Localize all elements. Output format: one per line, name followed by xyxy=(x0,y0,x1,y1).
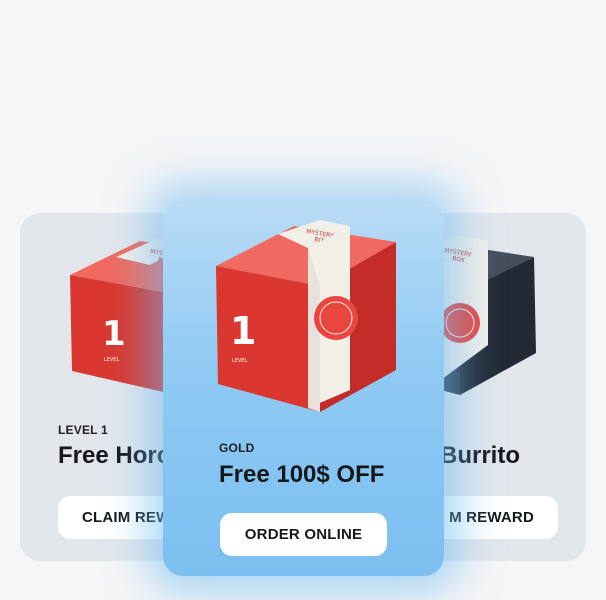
order-online-button[interactable]: ORDER ONLINE xyxy=(220,513,387,556)
box-level-word: LEVEL xyxy=(232,358,248,364)
card-title: Burrito xyxy=(440,442,520,469)
box-level-digit: 1 xyxy=(102,314,126,354)
card-eyebrow: GOLD xyxy=(219,441,255,455)
reward-card-featured[interactable]: MYSTERY BOX 1 LEVEL GOLD Free 100$ OFF O… xyxy=(163,200,444,576)
mystery-box-image: MYSTERY BOX 1 LEVEL xyxy=(216,220,396,412)
box-level-word: LEVEL xyxy=(104,357,120,363)
card-eyebrow: LEVEL 1 xyxy=(58,423,108,437)
box-emblem-icon xyxy=(314,296,358,340)
box-level-digit: 1 xyxy=(230,309,256,353)
card-title: Free 100$ OFF xyxy=(219,461,385,488)
rewards-carousel: MYSTERY BOX 1 LEVEL LEVEL 1 Free Horc CL… xyxy=(0,0,606,600)
card-title: Free Horc xyxy=(58,442,171,469)
